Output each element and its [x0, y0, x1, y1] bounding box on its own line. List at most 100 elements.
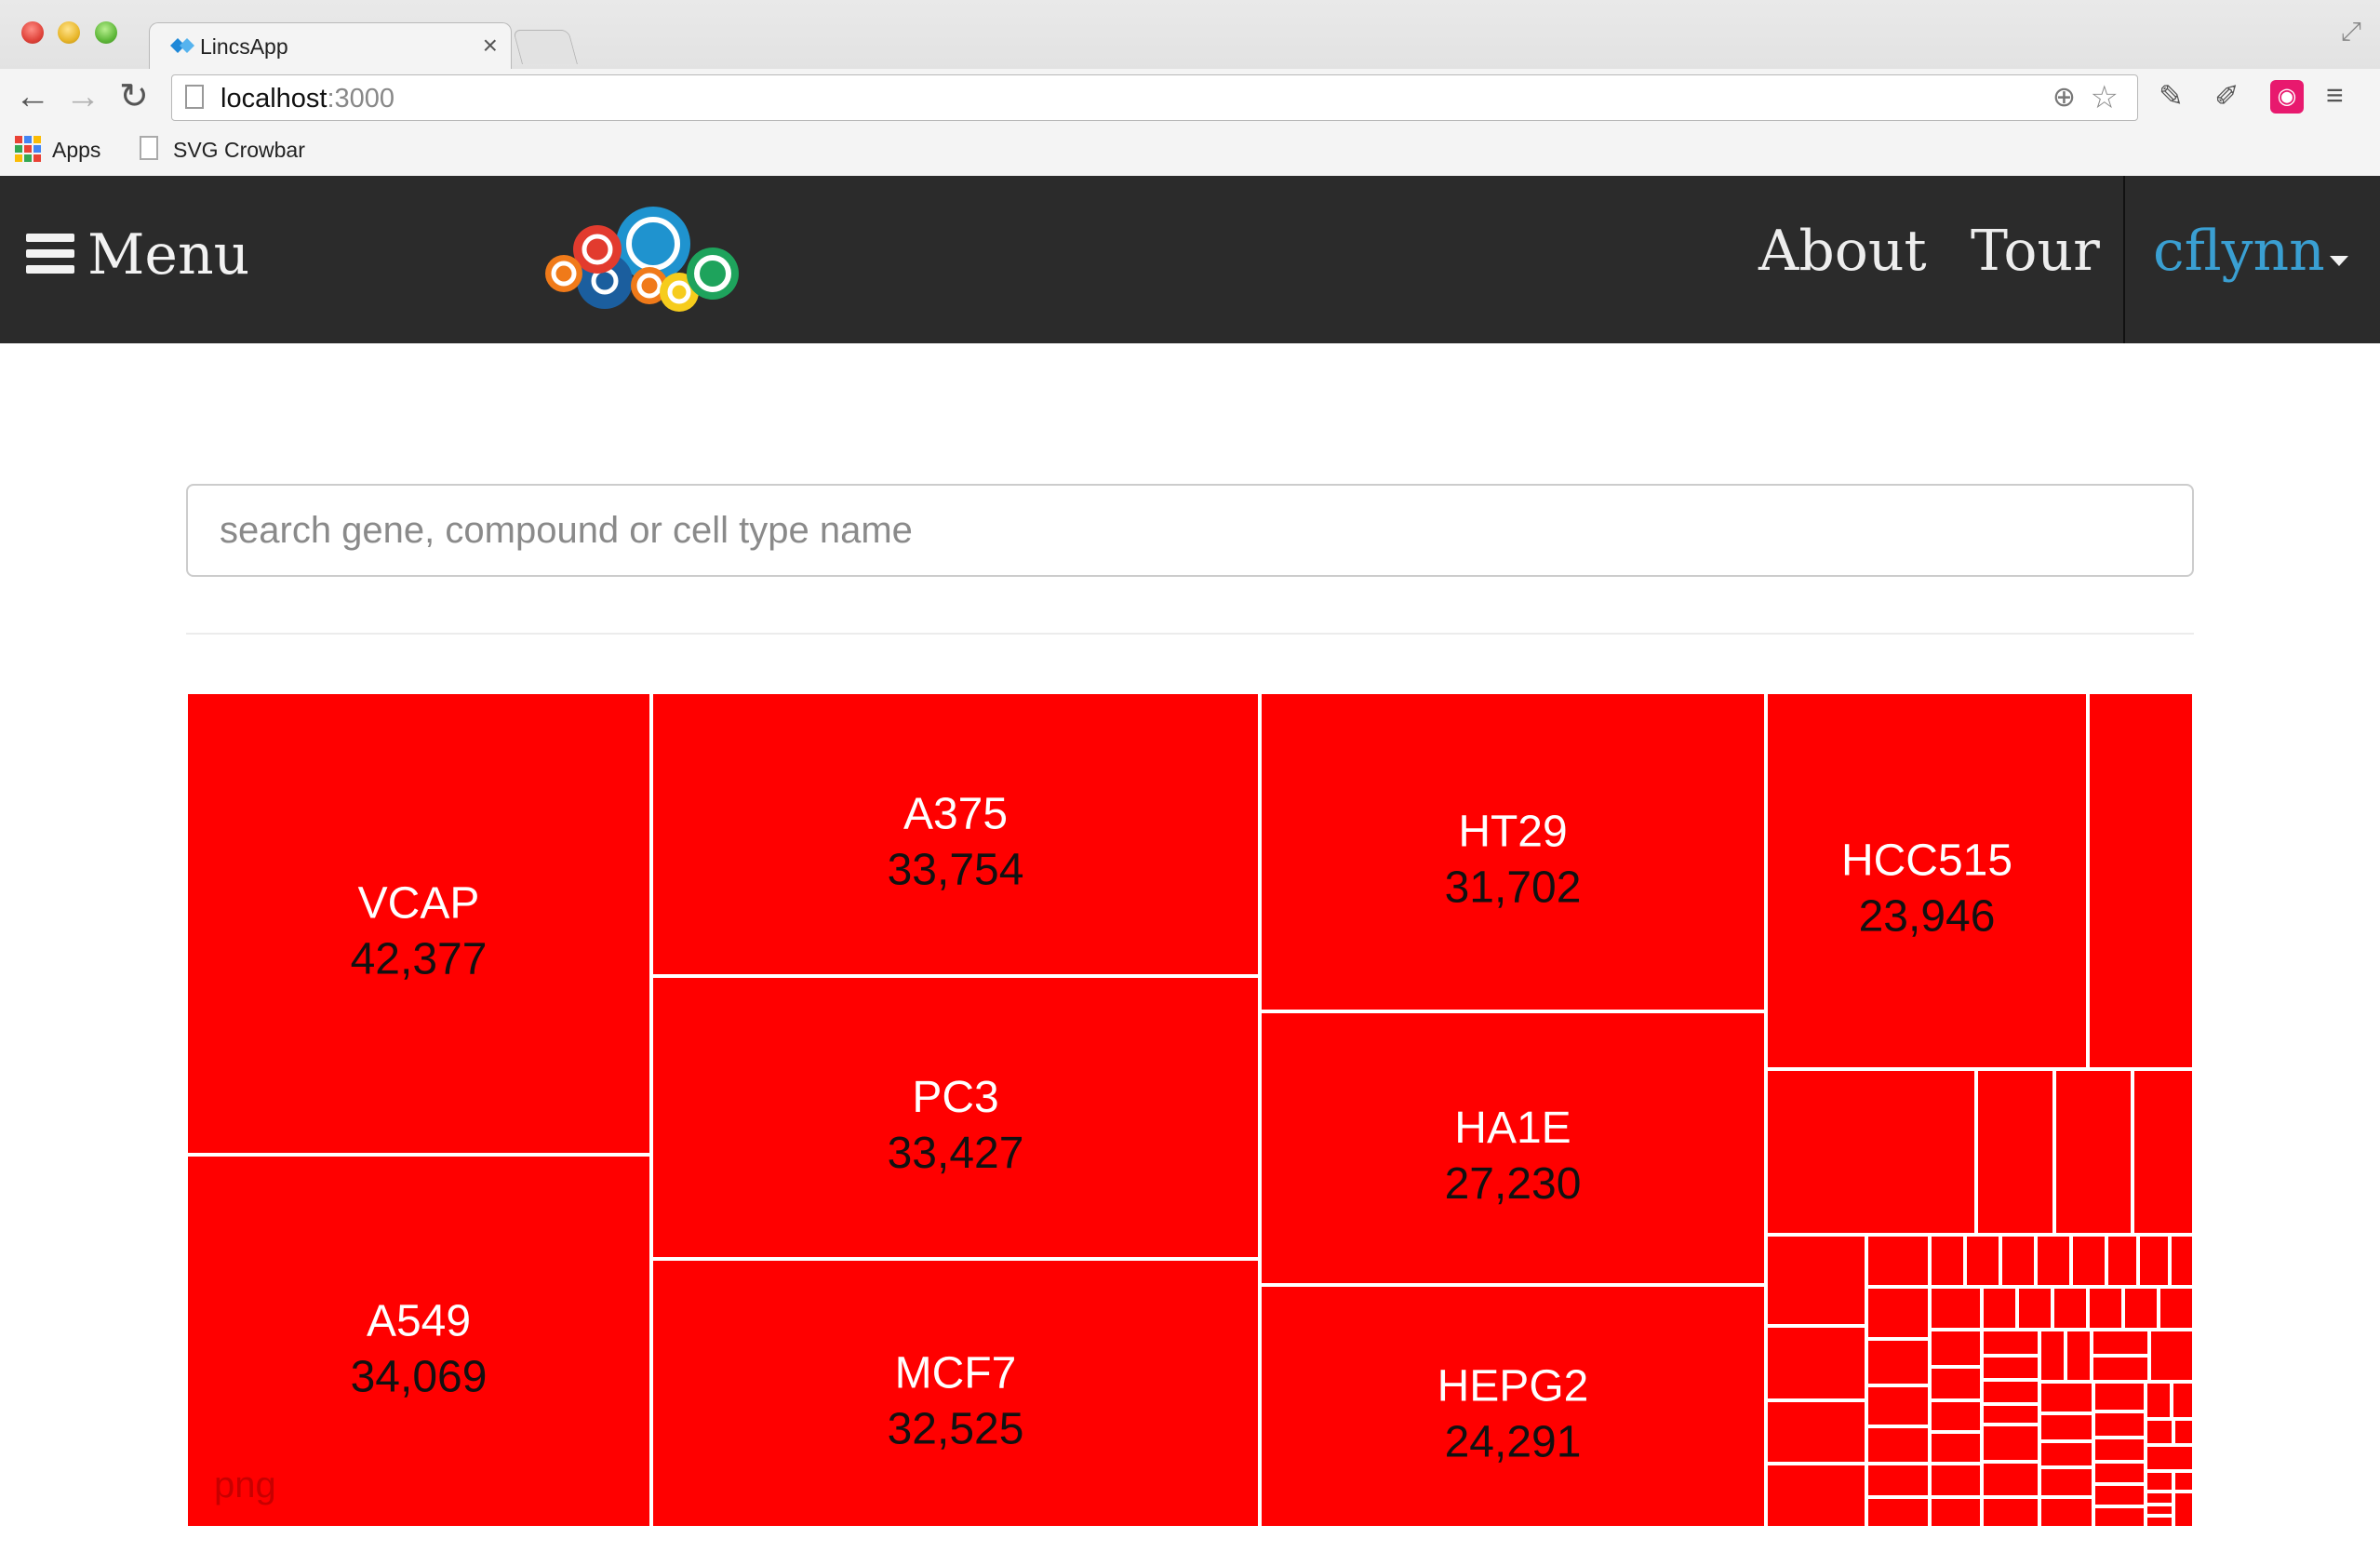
treemap-cell-small[interactable]: [2056, 1071, 2131, 1233]
eyedropper-extension-icon[interactable]: ✐: [2214, 78, 2240, 114]
search-input[interactable]: [186, 484, 2194, 577]
treemap-cell-small[interactable]: [2140, 1237, 2168, 1285]
treemap-cell-small[interactable]: [1932, 1369, 1980, 1398]
treemap-cell-small[interactable]: [1932, 1499, 1980, 1526]
treemap-cell-small[interactable]: [1984, 1331, 2038, 1354]
treemap-cell-small[interactable]: [1868, 1387, 1928, 1425]
treemap-cell-small[interactable]: [1984, 1464, 2038, 1495]
url-text[interactable]: localhost:3000: [221, 84, 394, 114]
bookmark-svg-crowbar[interactable]: SVG Crowbar: [173, 138, 305, 163]
treemap-cell-small[interactable]: [1932, 1434, 1980, 1462]
treemap-cell-small[interactable]: [1868, 1465, 1928, 1495]
minimize-window-button[interactable]: [58, 21, 80, 44]
treemap-cell-small[interactable]: [1932, 1289, 1980, 1328]
lincs-logo[interactable]: [545, 202, 741, 323]
treemap-cell-small[interactable]: [2041, 1415, 2092, 1439]
treemap-cell-small[interactable]: [1932, 1402, 1980, 1430]
user-menu[interactable]: cflynn: [2153, 219, 2325, 284]
treemap-cell-small[interactable]: [2125, 1289, 2157, 1328]
tab-close-icon[interactable]: ×: [483, 31, 498, 60]
treemap-cell-value: 33,427: [888, 1129, 1024, 1178]
treemap-cell-small[interactable]: [2147, 1384, 2170, 1417]
treemap-cell-small[interactable]: [2038, 1237, 2069, 1285]
treemap-cell-small[interactable]: [2041, 1499, 2092, 1526]
treemap-cell-small[interactable]: [1868, 1428, 1928, 1462]
treemap-cell-small[interactable]: [1967, 1237, 1999, 1285]
treemap-cell-small[interactable]: [2002, 1237, 2034, 1285]
treemap-cell-small[interactable]: [2134, 1071, 2192, 1233]
treemap-cell-small[interactable]: [2090, 1289, 2121, 1328]
nav-link-about[interactable]: About: [1758, 219, 1927, 284]
treemap-cell-small[interactable]: [2041, 1331, 2064, 1380]
forward-arrow-icon[interactable]: →: [65, 78, 100, 115]
treemap-cell-small[interactable]: [2147, 1506, 2172, 1514]
treemap-cell-small[interactable]: [1768, 1402, 1865, 1462]
fullscreen-icon[interactable]: ⤢: [2341, 17, 2361, 47]
browser-tab[interactable]: LincsApp ×: [149, 22, 512, 70]
zoom-window-button[interactable]: [95, 21, 117, 44]
treemap-cell-small[interactable]: [1932, 1237, 1963, 1285]
treemap-cell-small[interactable]: [2172, 1237, 2192, 1285]
treemap-cell-small[interactable]: [1984, 1358, 2038, 1378]
treemap-cell-small[interactable]: [2093, 1331, 2147, 1354]
treemap-cell-small[interactable]: [1868, 1341, 1928, 1384]
evernote-extension-icon[interactable]: ✎: [2159, 78, 2184, 114]
treemap-cell-small[interactable]: [2095, 1384, 2144, 1410]
treemap-cell-small[interactable]: [2067, 1331, 2090, 1380]
treemap-cell-small[interactable]: [2147, 1493, 2172, 1503]
treemap-cell-small[interactable]: [2095, 1413, 2144, 1436]
treemap-cell-small[interactable]: [1768, 1465, 1865, 1526]
treemap-cell-small[interactable]: [2151, 1331, 2192, 1380]
treemap-cell-small[interactable]: [2108, 1237, 2136, 1285]
treemap-cell-small[interactable]: [1978, 1071, 2052, 1233]
treemap-cell-small[interactable]: [2095, 1464, 2144, 1482]
treemap-cell-small[interactable]: [1768, 1237, 1865, 1324]
treemap-cell-small[interactable]: [1984, 1406, 2038, 1423]
treemap-cell-small[interactable]: [1768, 1328, 1865, 1398]
treemap-cell-small[interactable]: [2147, 1447, 2192, 1469]
treemap-cell-small[interactable]: [2095, 1439, 2144, 1460]
treemap-cell-small[interactable]: [2090, 694, 2192, 1067]
new-tab-button[interactable]: [513, 30, 578, 64]
treemap-cell-small[interactable]: [1984, 1499, 2038, 1526]
treemap-cell-small[interactable]: [2175, 1493, 2192, 1526]
address-bar[interactable]: localhost:3000 ⊕ ☆: [171, 74, 2138, 121]
treemap-cell-small[interactable]: [1868, 1289, 1928, 1337]
treemap-cell-small[interactable]: [2041, 1384, 2092, 1412]
treemap-cell-small[interactable]: [2054, 1289, 2086, 1328]
treemap-cell-small[interactable]: [2175, 1421, 2192, 1443]
treemap-cell-small[interactable]: [1984, 1382, 2038, 1402]
camera-extension-icon[interactable]: ◉: [2270, 80, 2304, 114]
reload-icon[interactable]: ↻: [119, 78, 149, 115]
treemap-cell-small[interactable]: [2147, 1518, 2172, 1526]
treemap-cell-small[interactable]: [2095, 1508, 2144, 1526]
treemap-cell-small[interactable]: [2147, 1421, 2172, 1443]
treemap-cell-small[interactable]: [1984, 1289, 2015, 1328]
png-export-link[interactable]: png: [214, 1465, 276, 1506]
caret-down-icon[interactable]: [2330, 256, 2348, 266]
close-window-button[interactable]: [21, 21, 44, 44]
treemap-cell-small[interactable]: [2041, 1443, 2092, 1465]
browser-menu-icon[interactable]: ≡: [2326, 78, 2344, 113]
back-arrow-icon[interactable]: ←: [15, 78, 50, 115]
nav-link-tour[interactable]: Tour: [1971, 219, 2100, 284]
treemap-cell-small[interactable]: [1932, 1331, 1980, 1365]
treemap-cell-small[interactable]: [2019, 1289, 2051, 1328]
bookmark-apps[interactable]: Apps: [52, 138, 100, 163]
treemap-cell-small[interactable]: [2073, 1237, 2105, 1285]
treemap-cell-small[interactable]: [2095, 1486, 2144, 1505]
treemap-cell-small[interactable]: [1932, 1465, 1980, 1495]
treemap-cell-small[interactable]: [1984, 1426, 2038, 1460]
treemap-cell-small[interactable]: [1868, 1499, 1928, 1526]
bookmark-star-icon[interactable]: ☆: [2091, 79, 2119, 116]
treemap-cell-small[interactable]: [2147, 1473, 2172, 1490]
zoom-icon[interactable]: ⊕: [2052, 81, 2076, 114]
treemap-cell-small[interactable]: [2173, 1384, 2192, 1417]
treemap-cell-small[interactable]: [2041, 1469, 2092, 1495]
treemap-cell-label: HEPG2: [1437, 1362, 1589, 1412]
treemap-cell-small[interactable]: [2093, 1358, 2147, 1380]
treemap-cell-small[interactable]: [2160, 1289, 2192, 1328]
treemap-cell-small[interactable]: [1768, 1071, 1974, 1233]
treemap-cell-small[interactable]: [2175, 1473, 2192, 1490]
treemap-cell-small[interactable]: [1868, 1237, 1928, 1285]
